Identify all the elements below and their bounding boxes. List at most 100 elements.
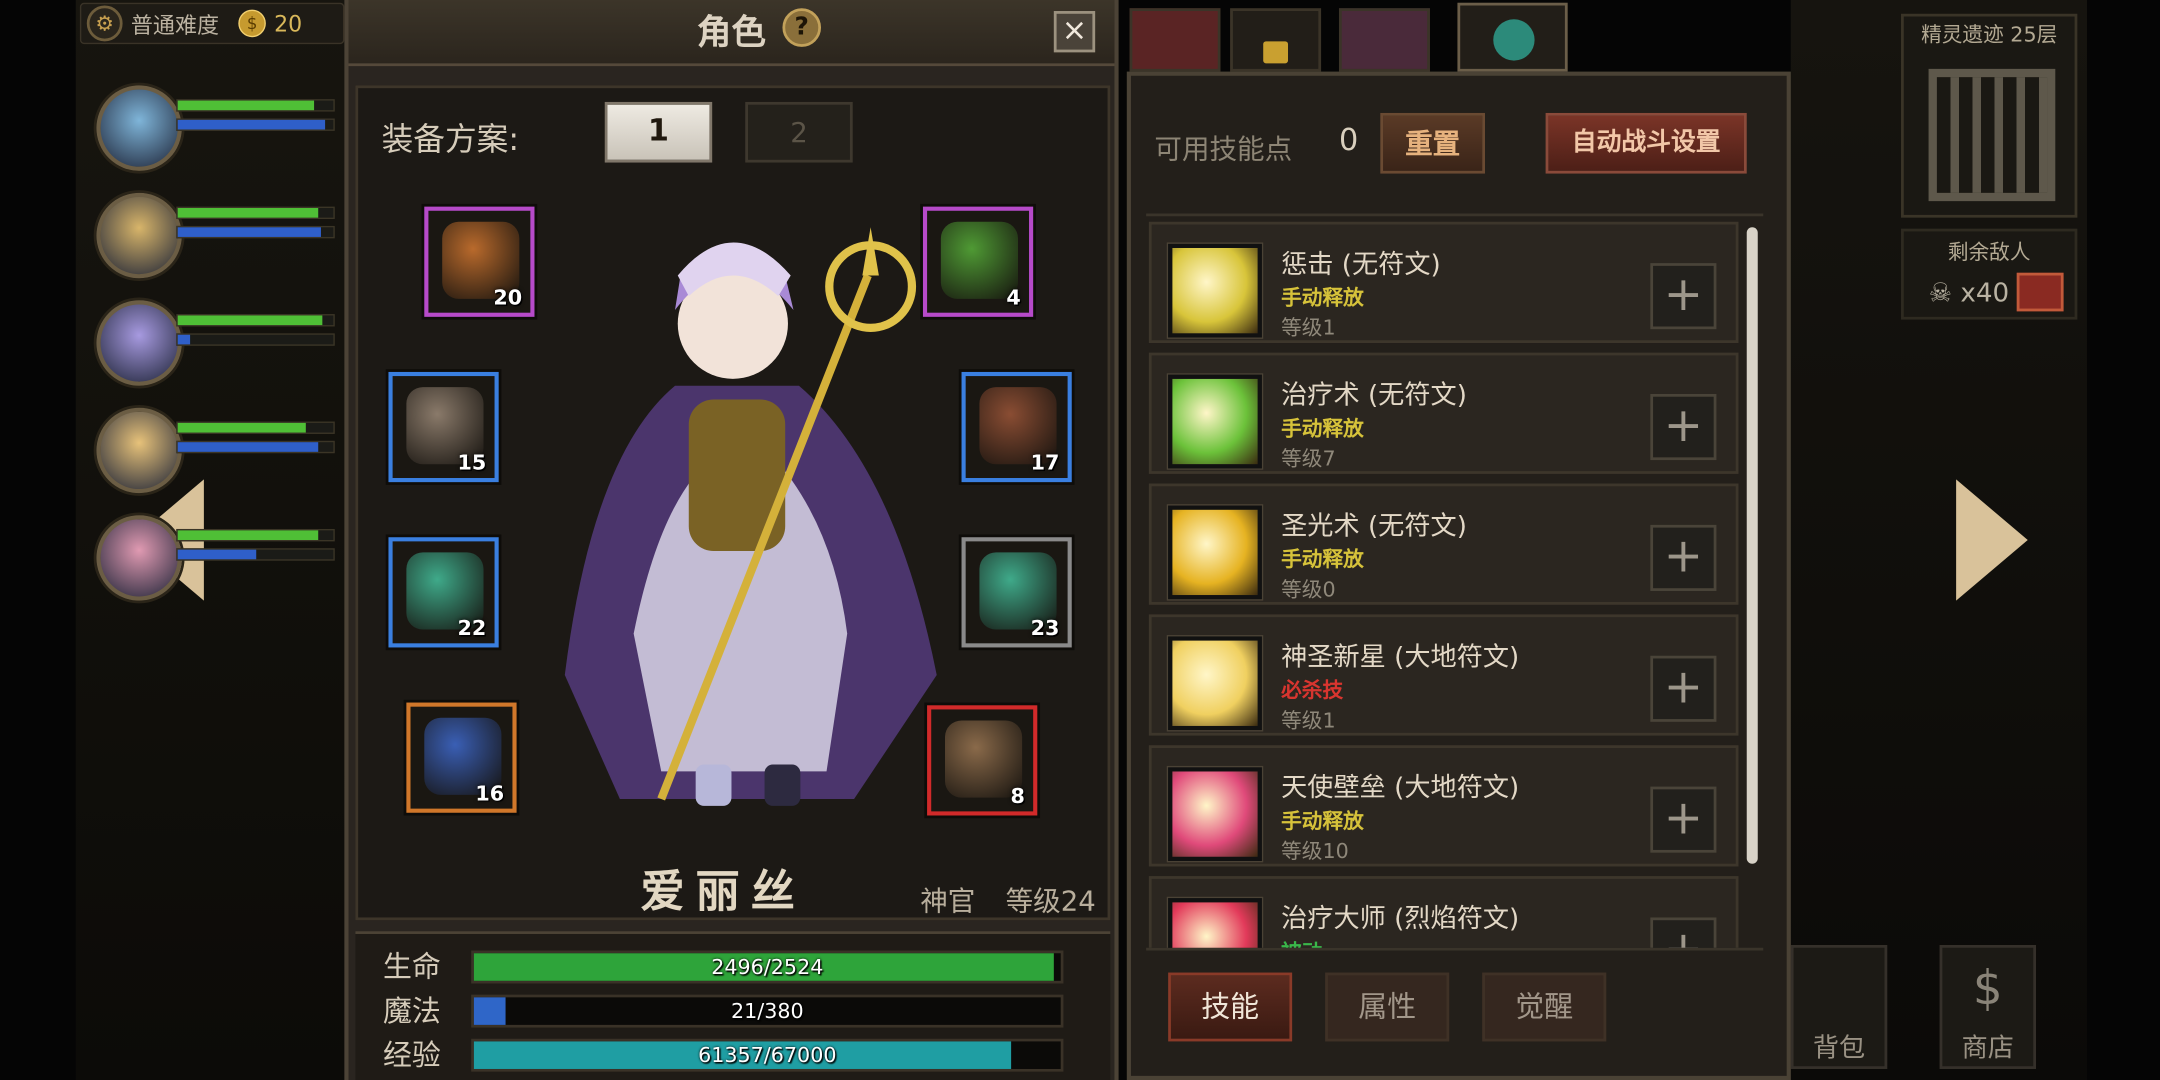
bag-tab-icon[interactable] <box>1338 8 1430 72</box>
skill-row[interactable]: 治疗术 (无符文) 手动释放 等级7 + <box>1148 352 1739 474</box>
skill-icon <box>1168 636 1262 731</box>
shop-button[interactable]: $ 商店 <box>1939 944 2037 1069</box>
reset-button[interactable]: 重置 <box>1380 112 1485 174</box>
stat-value: 2496/2524 <box>711 954 824 980</box>
equipment-set-1-button[interactable]: 1 <box>604 101 713 163</box>
skill-level: 等级1 <box>1281 708 1336 733</box>
skill-type: 被动 <box>1281 937 1322 947</box>
skill-row[interactable]: 神圣新星 (大地符文) 必杀技等级1 + <box>1148 614 1739 736</box>
stat-value: 21/380 <box>730 998 804 1024</box>
party-member[interactable] <box>96 300 337 394</box>
tab-awaken[interactable]: 觉醒 <box>1482 972 1607 1042</box>
party-member[interactable] <box>96 192 337 287</box>
equipment-slot-shield[interactable]: 8 <box>927 705 1038 816</box>
difficulty-indicator[interactable]: ⚙ 普通难度 $ 20 <box>79 2 345 45</box>
stat-bar: 2496/2524 <box>471 950 1064 984</box>
dollar-icon: $ <box>1972 961 2003 1017</box>
upgrade-skill-button[interactable]: + <box>1650 786 1717 853</box>
equipment-level: 23 <box>1030 615 1060 641</box>
equipment-level: 17 <box>1030 450 1060 476</box>
auto-battle-settings-button[interactable]: 自动战斗设置 <box>1545 112 1747 174</box>
skill-name: 天使壁垒 (大地符文) <box>1281 772 1520 804</box>
book-tab-icon[interactable] <box>1129 8 1221 72</box>
stat-label: 魔法 <box>382 994 441 1028</box>
skill-row[interactable]: 天使壁垒 (大地符文) 手动释放 等级10 + <box>1148 745 1739 867</box>
skill-list-scrollbar[interactable] <box>1746 227 1758 864</box>
stat-bar: 61357/67000 <box>471 1038 1064 1072</box>
skill-row[interactable]: 圣光术 (无符文) 手动释放 等级0 + <box>1148 483 1739 605</box>
equipment-slot-ring-left[interactable]: 22 <box>388 537 499 648</box>
equipment-slot-helmet[interactable]: 20 <box>424 206 535 317</box>
chest-icon <box>2016 272 2064 312</box>
skill-type: 手动释放 <box>1281 808 1364 834</box>
party-member[interactable] <box>96 85 337 179</box>
skill-level: 等级1 <box>1281 315 1336 341</box>
skill-name: 神圣新星 (大地符文) <box>1281 641 1520 673</box>
hero-avatar <box>96 300 182 386</box>
close-button[interactable]: × <box>1053 11 1096 53</box>
skill-icon <box>1168 374 1262 469</box>
upgrade-skill-button[interactable]: + <box>1650 655 1717 722</box>
enemies-count: x40 <box>1960 278 2010 309</box>
hero-mp-bar <box>176 225 335 239</box>
maze-map <box>1928 68 2056 202</box>
help-icon[interactable]: ? <box>782 8 822 47</box>
dungeon-minimap[interactable]: 精灵遗迹 25层 <box>1901 13 2078 218</box>
skill-type: 手动释放 <box>1281 285 1364 310</box>
hero-mp-bar <box>176 440 335 454</box>
hero-avatar <box>96 407 182 494</box>
hero-mp-bar <box>176 548 335 561</box>
skill-type: 手动释放 <box>1281 546 1364 572</box>
tab-skills[interactable]: 技能 <box>1168 972 1293 1042</box>
upgrade-skill-button[interactable]: + <box>1650 524 1717 591</box>
skill-row[interactable]: 惩击 (无符文) 手动释放等级1 + <box>1148 221 1739 344</box>
equipment-level: 15 <box>457 450 487 476</box>
companion-tab-icon[interactable] <box>1457 2 1568 72</box>
party-member[interactable] <box>96 407 337 502</box>
coin-icon: $ <box>238 9 266 38</box>
stat-label: 经验 <box>382 1038 441 1072</box>
skill-name: 惩击 (无符文) <box>1281 249 1441 280</box>
skill-type: 必杀技 <box>1281 677 1344 703</box>
bag-label: 背包 <box>1812 1033 1866 1064</box>
equipment-slot-armor[interactable]: 15 <box>388 371 499 483</box>
character-class: 神官 <box>920 884 976 918</box>
character-level: 等级24 <box>1005 884 1096 918</box>
equipment-level: 4 <box>1006 285 1021 310</box>
equipment-level: 16 <box>475 781 505 806</box>
enemies-remaining: 剩余敌人 ☠ x40 <box>1901 228 2078 320</box>
equipment-set-2-button[interactable]: 2 <box>745 101 853 163</box>
skill-level: 等级0 <box>1281 577 1336 602</box>
skill-row[interactable]: 治疗大师 (烈焰符文)被动等级+ <box>1148 876 1739 948</box>
upgrade-skill-button[interactable]: + <box>1650 393 1717 461</box>
shop-label: 商店 <box>1961 1033 2014 1064</box>
hero-hp-bar <box>176 206 335 220</box>
hero-hp-bar <box>176 528 335 542</box>
enemies-label: 剩余敌人 <box>1947 239 2031 265</box>
skill-points-label: 可用技能点 <box>1154 132 1293 166</box>
bag-button[interactable]: 背包 <box>1790 944 1888 1069</box>
hero-hp-bar <box>176 314 335 327</box>
skill-name: 治疗术 (无符文) <box>1281 380 1467 411</box>
skill-name: 治疗大师 (烈焰符文) <box>1281 903 1520 934</box>
skill-type: 手动释放 <box>1281 416 1364 441</box>
tab-attributes[interactable]: 属性 <box>1325 972 1450 1042</box>
gear-icon: ⚙ <box>86 5 123 42</box>
equipment-level: 20 <box>493 285 523 310</box>
equipment-slot-wreath[interactable]: 4 <box>922 206 1034 317</box>
lock-icon[interactable] <box>1230 8 1322 72</box>
next-character-arrow[interactable] <box>1956 479 2028 601</box>
party-member[interactable] <box>96 515 337 609</box>
hero-mp-bar <box>176 333 335 346</box>
equipment-slot-weapon[interactable]: 16 <box>406 702 517 813</box>
skull-icon: ☠ <box>1928 278 1953 309</box>
skill-icon <box>1168 767 1262 861</box>
difficulty-label: 普通难度 <box>130 12 220 39</box>
skill-list[interactable]: 惩击 (无符文) 手动释放 等级1 + 治疗术 (无符文) 手动释放 等级7 + 圣光术 (无符… <box>1146 213 1764 951</box>
upgrade-skill-button[interactable]: + <box>1650 917 1717 948</box>
equipment-slot-boots[interactable]: 17 <box>961 371 1072 483</box>
upgrade-skill-button[interactable]: + <box>1650 263 1717 330</box>
equipment-slot-ring-right[interactable]: 23 <box>961 537 1072 648</box>
skill-points-value: 0 <box>1338 123 1359 159</box>
dialog-titlebar: 角色 ? × <box>348 0 1115 67</box>
